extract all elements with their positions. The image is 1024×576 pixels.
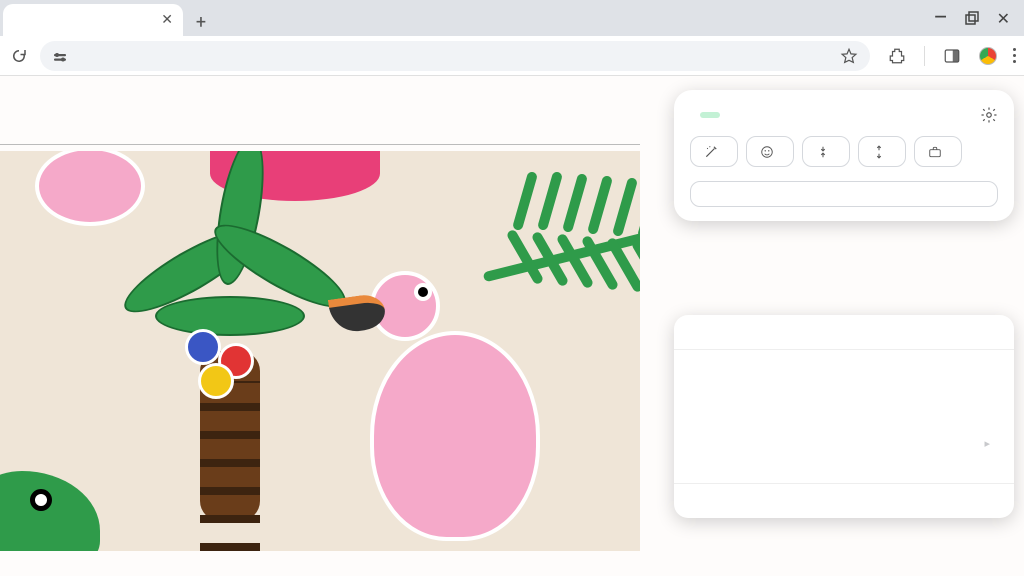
ctx-cut[interactable] <box>674 356 1014 374</box>
close-icon[interactable]: ✕ <box>161 12 173 28</box>
custom-prompt-input[interactable] <box>690 181 998 207</box>
toolbar-divider <box>924 46 925 66</box>
cookie-crocodile <box>0 471 100 551</box>
ctx-print <box>674 490 1014 508</box>
headline-rule <box>0 144 640 145</box>
browser-titlebar: ✕ + — ✕ <box>0 0 1024 36</box>
wand-icon <box>703 144 718 159</box>
ctx-separator <box>674 483 1014 484</box>
ctx-copy[interactable] <box>674 374 1014 392</box>
browser-toolbar <box>0 36 1024 76</box>
shorten-chip[interactable] <box>802 136 850 167</box>
formalize-chip[interactable] <box>914 136 962 167</box>
profile-avatar[interactable] <box>979 47 997 65</box>
gear-icon[interactable] <box>980 106 998 124</box>
address-bar[interactable] <box>40 41 870 71</box>
cookie-fern <box>480 151 640 331</box>
rewrite-panel <box>674 90 1014 221</box>
ctx-select-all[interactable] <box>674 459 1014 477</box>
ctx-paste-plain <box>674 410 1014 428</box>
minimize-icon[interactable]: — <box>934 7 946 26</box>
browser-tab[interactable]: ✕ <box>3 4 183 36</box>
hero-image <box>0 151 640 551</box>
restore-icon[interactable] <box>965 11 979 25</box>
expand-icon <box>871 144 886 159</box>
rephrase-chip[interactable] <box>690 136 738 167</box>
site-settings-icon[interactable] <box>52 48 68 64</box>
reload-icon[interactable] <box>8 45 30 67</box>
briefcase-icon <box>927 144 942 159</box>
experiment-badge <box>700 112 720 118</box>
context-menu: ▸ <box>674 315 1014 518</box>
close-window-icon[interactable]: ✕ <box>997 9 1010 28</box>
elaborate-chip[interactable] <box>858 136 906 167</box>
window-controls: — ✕ <box>920 0 1024 36</box>
side-panel-icon[interactable] <box>941 45 963 67</box>
ctx-paste-clipboard: ▸ <box>674 428 1014 459</box>
cookie-flamingo-body <box>370 331 540 541</box>
bookmark-icon[interactable] <box>840 47 858 65</box>
emoji-icon <box>759 144 774 159</box>
ctx-separator <box>674 349 1014 350</box>
chevron-right-icon: ▸ <box>984 437 990 450</box>
ctx-emoji[interactable] <box>674 325 1014 343</box>
ctx-paste <box>674 392 1014 410</box>
collapse-icon <box>815 144 830 159</box>
emojify-chip[interactable] <box>746 136 794 167</box>
new-tab-button[interactable]: + <box>187 8 215 36</box>
extensions-icon[interactable] <box>886 45 908 67</box>
page-headline[interactable] <box>0 76 640 142</box>
menu-icon[interactable] <box>1013 48 1016 63</box>
